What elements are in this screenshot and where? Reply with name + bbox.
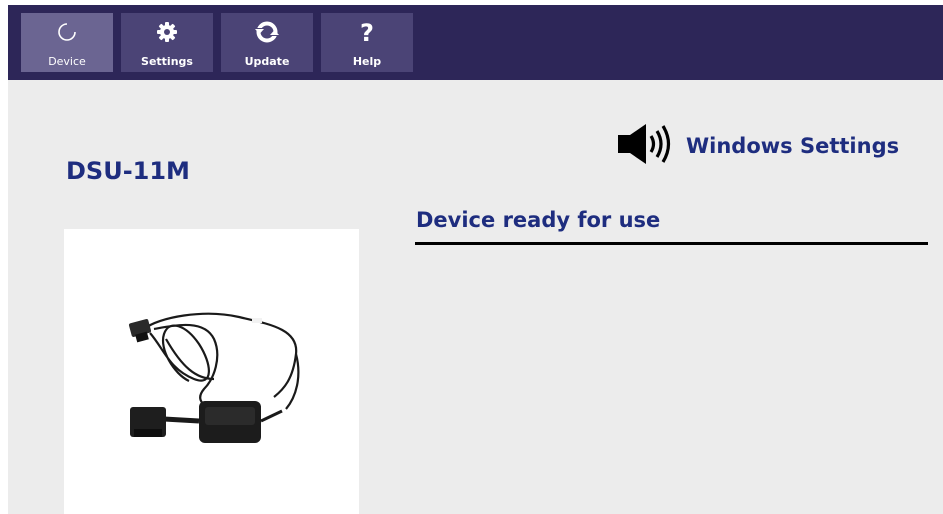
sync-icon [221, 21, 313, 43]
gear-icon [121, 21, 213, 43]
device-name: DSU-11M [66, 157, 190, 185]
svg-text:?: ? [360, 20, 374, 44]
speaker-icon [616, 121, 672, 171]
update-button-label: Update [244, 55, 290, 68]
device-button[interactable]: Device [21, 13, 113, 72]
windows-settings-link[interactable]: Windows Settings [616, 123, 899, 169]
settings-button[interactable]: Settings [121, 13, 213, 72]
settings-button-label: Settings [141, 55, 193, 68]
help-button[interactable]: ? Help [321, 13, 413, 72]
device-status-text: Device ready for use [416, 208, 661, 232]
windows-settings-label: Windows Settings [686, 134, 900, 158]
update-button[interactable]: Update [221, 13, 313, 72]
device-button-label: Device [48, 55, 86, 68]
app-window: Device Settings Update ? Help DSU-11M Wi… [8, 5, 943, 514]
question-icon: ? [321, 20, 413, 44]
toolbar: Device Settings Update ? Help [8, 5, 943, 80]
device-product-image [64, 229, 359, 514]
refresh-spinner-icon [21, 21, 113, 43]
status-divider [415, 242, 928, 245]
help-button-label: Help [352, 55, 382, 68]
